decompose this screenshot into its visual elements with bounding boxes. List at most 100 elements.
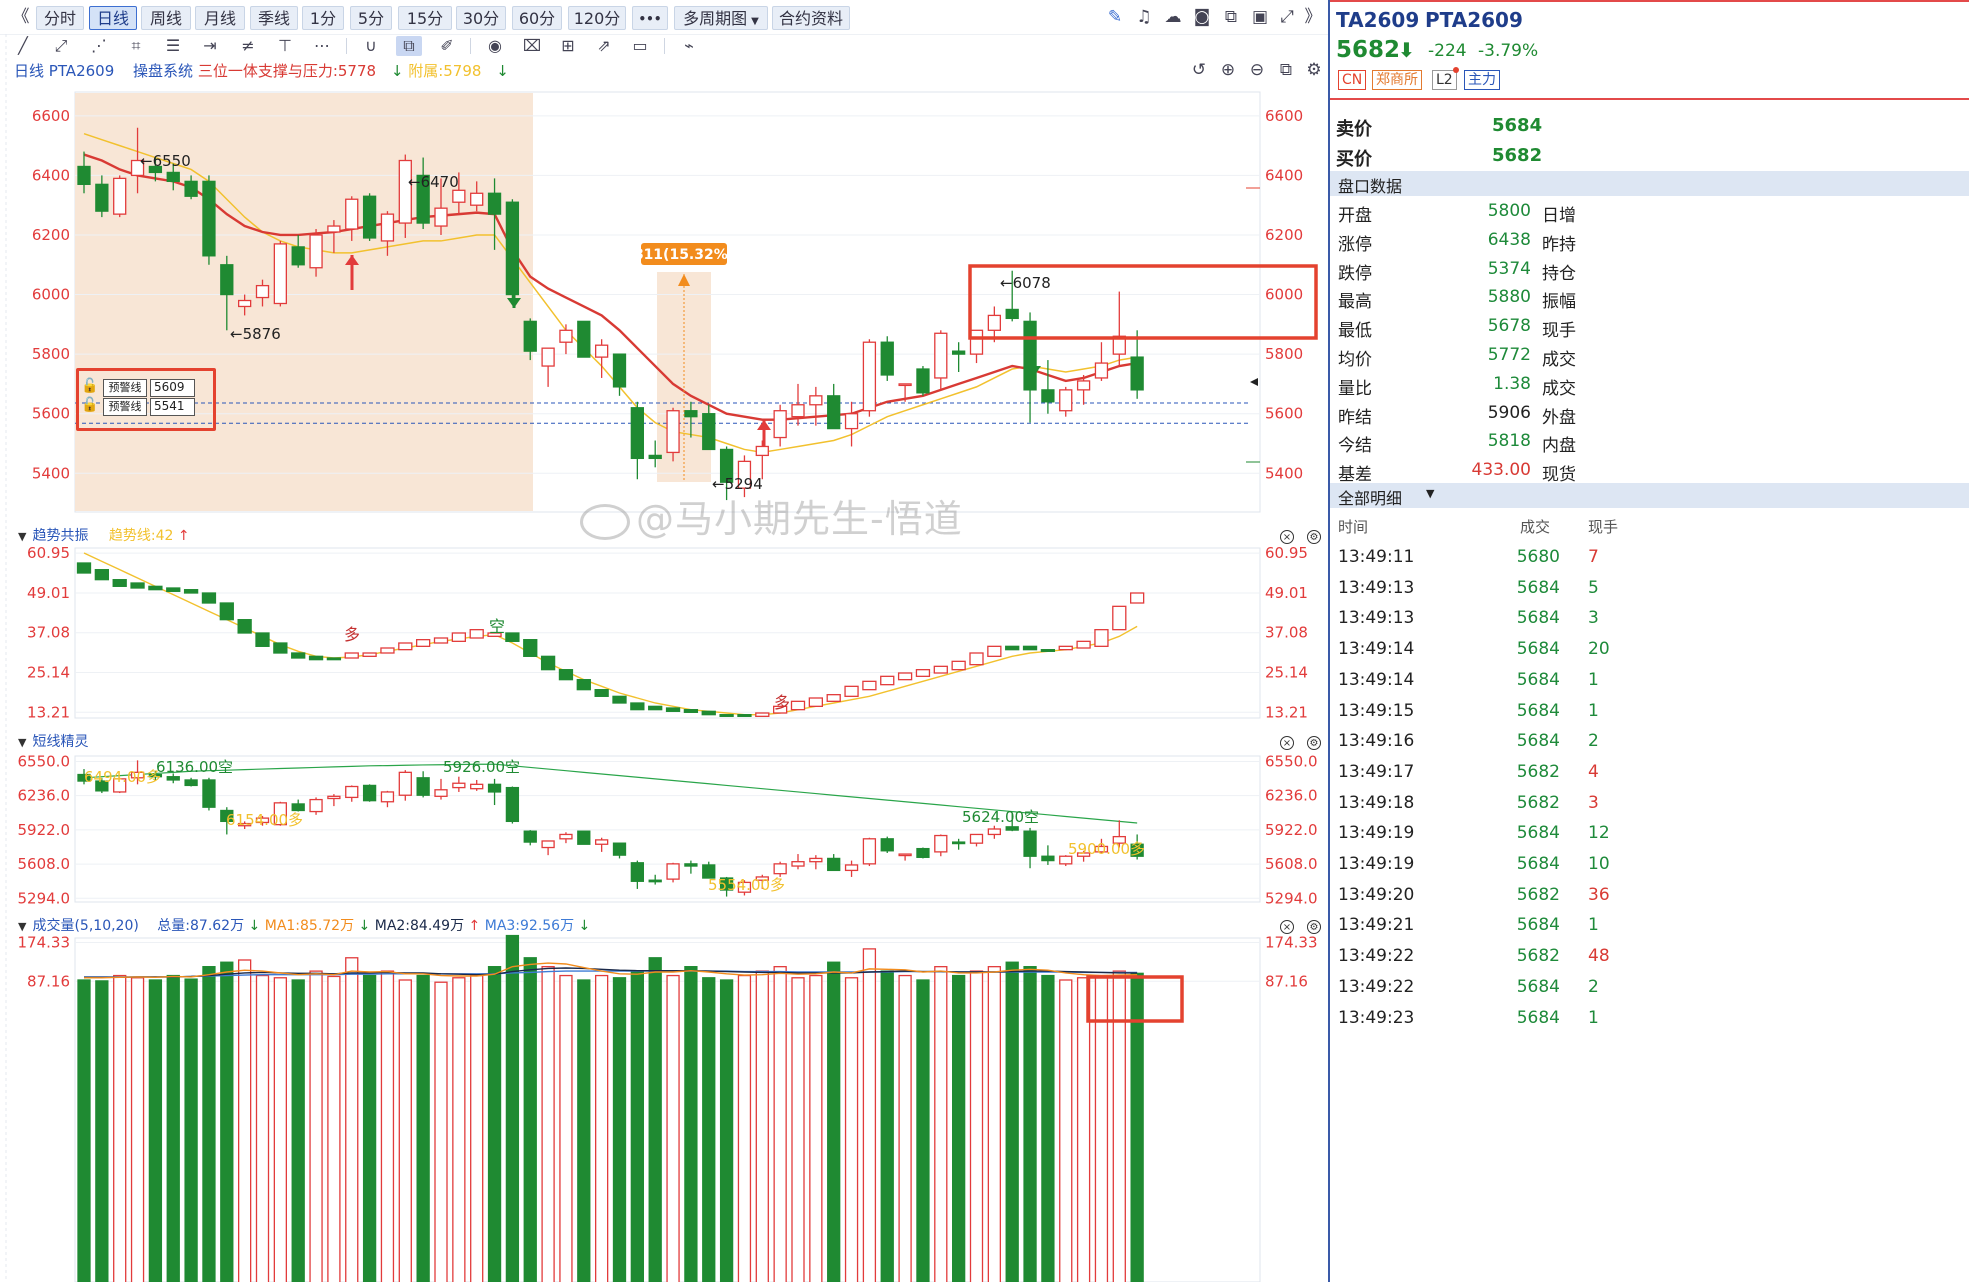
orderbook-label: 最低 — [1338, 321, 1372, 342]
tick-price: 5684 — [1516, 608, 1560, 629]
ray-tool-icon[interactable]: ⤢ — [50, 36, 72, 56]
y-tick-label: 5600 — [1265, 405, 1303, 423]
volume-ma3-line — [84, 970, 1138, 978]
polyline-tool-icon[interactable]: ⋰ — [88, 36, 110, 56]
period-tab[interactable]: 30分 — [456, 6, 506, 30]
candle-down — [130, 582, 145, 589]
orderbook-row: 今结 5818 内盘 — [1330, 427, 1969, 457]
tick-time: 13:49:22 — [1338, 946, 1415, 967]
ticks-header[interactable]: 全部明细 ▼ — [1330, 483, 1969, 508]
collapse-icon[interactable]: ▼ — [18, 917, 26, 937]
chart-canvas[interactable]: 6600 6600 6400 6400 6200 6200 6000 6000 5800 5800… — [0, 0, 1328, 1282]
candle-down — [684, 863, 698, 867]
panel-settings-icon[interactable]: ⚙ — [1307, 530, 1321, 544]
period-tab[interactable]: 60分 — [512, 6, 562, 30]
eye-icon[interactable]: ◉ — [484, 36, 506, 56]
unlock-icon[interactable]: 🔓 — [81, 397, 98, 413]
volume-bar — [541, 966, 555, 1282]
undo-icon[interactable]: ↺ — [1189, 60, 1209, 80]
zoom-in-icon[interactable]: ⊕ — [1218, 60, 1238, 80]
period-tab[interactable]: 5分 — [350, 6, 392, 30]
orderbook-label: 今结 — [1338, 436, 1372, 457]
period-tab[interactable]: 分时 — [36, 6, 84, 30]
nav-back-icon[interactable]: 《 — [10, 7, 32, 27]
grid-icon[interactable]: ⊞ — [557, 36, 579, 56]
period-tab[interactable]: 1分 — [302, 6, 344, 30]
candle-down — [880, 838, 894, 852]
period-tab[interactable]: 120分 — [568, 6, 626, 30]
export-icon[interactable]: ⇗ — [593, 36, 615, 56]
y-tick-label: 5400 — [32, 464, 70, 482]
candle-down — [683, 709, 699, 713]
bell-icon[interactable]: ♫ — [1133, 7, 1155, 27]
candle-down — [362, 784, 377, 802]
crop-tool-icon[interactable]: ⌗ — [125, 36, 147, 56]
candle-up — [452, 782, 466, 789]
panel-settings-icon[interactable]: ⚙ — [1307, 736, 1321, 750]
fullscreen-icon[interactable]: ⤢ — [1276, 7, 1298, 27]
candle-up — [470, 192, 484, 206]
contract-info-button[interactable]: 合约资料 — [772, 6, 850, 30]
settings-icon[interactable]: ⚙ — [1304, 60, 1324, 80]
comment-icon[interactable]: ▭ — [629, 36, 651, 56]
orderbook-label: 昨结 — [1338, 407, 1372, 428]
period-tab[interactable]: 周线 — [141, 6, 191, 30]
measure-tool-icon[interactable]: ⇥ — [199, 36, 221, 56]
magnet-icon[interactable]: ∪ — [360, 36, 382, 56]
zoom-out-icon[interactable]: ⊖ — [1247, 60, 1267, 80]
volume-bar — [862, 948, 877, 1282]
period-tab[interactable]: 15分 — [398, 6, 452, 30]
nav-forward-icon[interactable]: 》 — [1302, 7, 1324, 27]
collapse-icon[interactable]: ▼ — [18, 527, 26, 547]
unlock-icon[interactable]: 🔓 — [81, 378, 98, 394]
contract-code: TA2609 — [1336, 8, 1420, 32]
monitor-icon[interactable]: ▣ — [1249, 7, 1271, 27]
channel-tool-icon[interactable]: ☰ — [162, 36, 184, 56]
resistance-line — [83, 763, 1138, 824]
tick-row: 13:49:22 5684 2 — [1330, 973, 1969, 1001]
candle-up — [951, 660, 966, 671]
candle-down — [487, 192, 502, 215]
trash-icon[interactable]: ⌧ — [521, 36, 543, 56]
signal-arrow-head-icon — [345, 255, 359, 265]
multi-period-dropdown[interactable]: 多周期图 ▼ — [674, 6, 768, 30]
collapse-icon[interactable]: ▼ — [18, 733, 26, 753]
candle-up — [398, 771, 412, 796]
close-panel-icon[interactable]: × — [1280, 736, 1294, 750]
more-periods-button[interactable]: ••• — [632, 6, 668, 30]
volume-bar — [898, 974, 912, 1282]
pencil-icon[interactable]: ✎ — [1104, 7, 1126, 27]
tick-time: 13:49:14 — [1338, 669, 1415, 690]
layout-icon[interactable]: ⧉ — [1276, 60, 1296, 80]
line-tool-icon[interactable]: ╱ — [12, 36, 34, 56]
period-tab[interactable]: 月线 — [195, 6, 245, 30]
more-tools-icon[interactable]: ⋯ — [311, 36, 333, 56]
cloud-icon[interactable]: ☁ — [1162, 7, 1184, 27]
candle-up — [773, 410, 787, 439]
candle-up — [897, 672, 913, 681]
candle-up — [1076, 640, 1091, 649]
fib-tool-icon[interactable]: ≠ — [237, 36, 259, 56]
period-tab[interactable]: 日线 — [89, 6, 137, 30]
tick-time: 13:49:16 — [1338, 731, 1415, 752]
last-price: 5682 — [1336, 37, 1401, 63]
panel-settings-icon[interactable]: ⚙ — [1307, 920, 1321, 934]
close-panel-icon[interactable]: × — [1280, 920, 1294, 934]
y-tick-label: 13.21 — [27, 703, 70, 721]
candle-down — [416, 174, 430, 224]
candle-down — [719, 877, 734, 891]
candle-up — [934, 834, 948, 853]
windows-icon[interactable]: ⧉ — [1220, 7, 1242, 27]
tick-price: 5682 — [1516, 884, 1560, 905]
overlay-icon[interactable]: ⧉ — [396, 36, 422, 56]
candle-up — [987, 645, 1002, 657]
ruler-icon[interactable]: ⌁ — [678, 36, 700, 56]
period-tab[interactable]: 季线 — [250, 6, 298, 30]
camera-icon[interactable]: ◙ — [1191, 7, 1213, 27]
volume-bar — [773, 966, 787, 1282]
brush-icon[interactable]: ✐ — [436, 36, 458, 56]
close-panel-icon[interactable]: × — [1280, 530, 1294, 544]
tick-volume: 12 — [1588, 823, 1610, 844]
level-tool-icon[interactable]: ⊤ — [274, 36, 296, 56]
candle-up — [1130, 592, 1145, 604]
